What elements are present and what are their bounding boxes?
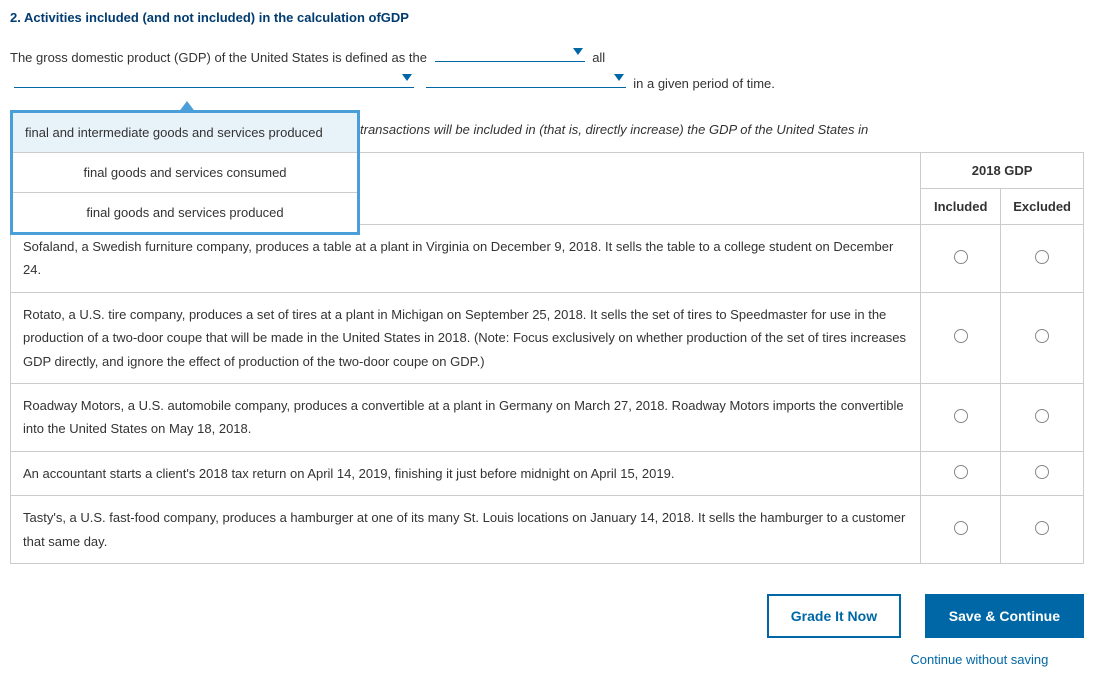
scenario-cell: Rotato, a U.S. tire company, produces a … <box>11 292 921 383</box>
col-excluded: Excluded <box>1001 189 1084 225</box>
chevron-down-icon <box>614 74 624 81</box>
scenario-cell: Tasty's, a U.S. fast-food company, produ… <box>11 496 921 564</box>
prompt-text: transactions will be included in (that i… <box>360 122 868 137</box>
footer-buttons: Grade It Now Save & Continue Continue wi… <box>10 594 1084 667</box>
blank-dropdown-2[interactable] <box>14 72 414 88</box>
radio-included[interactable] <box>954 250 968 264</box>
chevron-down-icon <box>402 74 412 81</box>
radio-excluded[interactable] <box>1035 329 1049 343</box>
radio-included[interactable] <box>954 329 968 343</box>
dropdown-menu[interactable]: final and intermediate goods and service… <box>10 110 360 235</box>
intro-sentence: The gross domestic product (GDP) of the … <box>10 45 1084 97</box>
table-row: Roadway Motors, a U.S. automobile compan… <box>11 383 1084 451</box>
table-row: Tasty's, a U.S. fast-food company, produ… <box>11 496 1084 564</box>
dropdown-option-0[interactable]: final and intermediate goods and service… <box>13 113 357 153</box>
blank-dropdown-1[interactable] <box>435 46 585 62</box>
radio-excluded[interactable] <box>1035 465 1049 479</box>
question-title: 2. Activities included (and not included… <box>10 10 1084 25</box>
col-group-gdp: 2018 GDP <box>921 153 1084 189</box>
intro-part1: The gross domestic product (GDP) of the … <box>10 50 427 65</box>
radio-excluded[interactable] <box>1035 521 1049 535</box>
dropdown-option-1[interactable]: final goods and services consumed <box>13 153 357 193</box>
intro-all: all <box>592 50 605 65</box>
radio-included[interactable] <box>954 465 968 479</box>
scenario-cell: An accountant starts a client's 2018 tax… <box>11 451 921 495</box>
table-row: Rotato, a U.S. tire company, produces a … <box>11 292 1084 383</box>
radio-excluded[interactable] <box>1035 409 1049 423</box>
continue-without-saving-link[interactable]: Continue without saving <box>905 652 1054 667</box>
scenario-cell: Roadway Motors, a U.S. automobile compan… <box>11 383 921 451</box>
chevron-down-icon <box>573 48 583 55</box>
intro-part2: in a given period of time. <box>633 76 775 91</box>
grade-button[interactable]: Grade It Now <box>767 594 901 638</box>
dropdown-option-2[interactable]: final goods and services produced <box>13 193 357 232</box>
prompt-partial: transactions will be included in (that i… <box>360 122 1084 137</box>
radio-excluded[interactable] <box>1035 250 1049 264</box>
radio-included[interactable] <box>954 521 968 535</box>
table-row: An accountant starts a client's 2018 tax… <box>11 451 1084 495</box>
col-included: Included <box>921 189 1001 225</box>
save-continue-button[interactable]: Save & Continue <box>925 594 1084 638</box>
radio-included[interactable] <box>954 409 968 423</box>
blank-dropdown-3[interactable] <box>426 72 626 88</box>
